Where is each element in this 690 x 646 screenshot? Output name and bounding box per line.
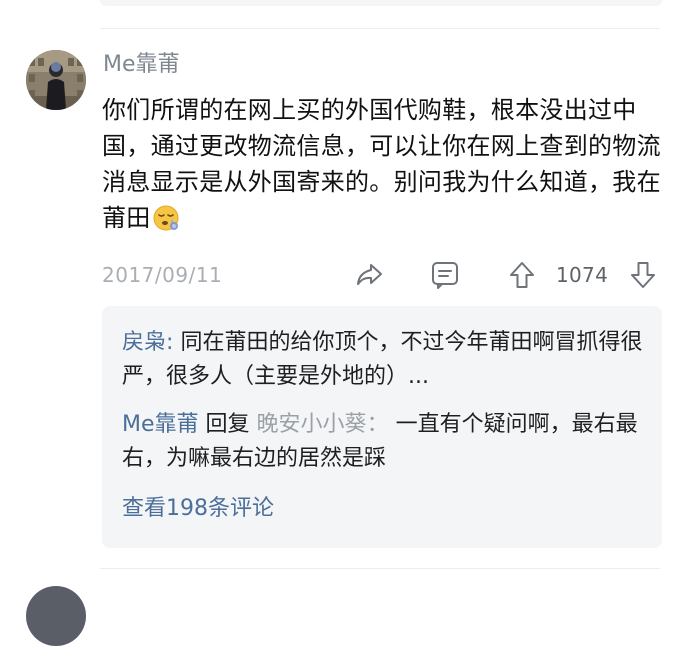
share-icon bbox=[357, 264, 382, 285]
reply-button[interactable] bbox=[428, 258, 462, 292]
reply-author[interactable]: 戻枭 bbox=[122, 330, 166, 355]
reply-item[interactable]: Me靠莆 回复 晚安小小葵： 一直有个疑问啊，最右最右，为嘛最右边的居然是踩 bbox=[122, 408, 650, 476]
upvote-arrow-icon bbox=[510, 262, 534, 288]
upvote-button[interactable] bbox=[505, 258, 539, 292]
downvote-arrow-icon bbox=[631, 262, 655, 288]
comment-body: 你们所谓的在网上买的外国代购鞋，根本没出过中国，通过更改物流信息，可以让你在网上… bbox=[102, 92, 662, 236]
sleepy-face-icon bbox=[153, 205, 179, 231]
reply-text: 同在莆田的给你顶个，不过今年莆田啊冒抓得很严，很多人（主要是外地的）... bbox=[122, 330, 643, 389]
avatar-photo bbox=[26, 50, 86, 110]
comment-date: 2017/09/11 bbox=[102, 263, 223, 287]
view-all-comments-link[interactable]: 查看198条评论 bbox=[122, 492, 274, 526]
reply-author[interactable]: Me靠莆 bbox=[122, 412, 199, 437]
replies-panel: 戻枭: 同在莆田的给你顶个，不过今年莆田啊冒抓得很严，很多人（主要是外地的）..… bbox=[102, 306, 662, 548]
comment-username[interactable]: Me靠莆 bbox=[103, 50, 180, 80]
divider bbox=[100, 568, 660, 569]
comment-text: 你们所谓的在网上买的外国代购鞋，根本没出过中国，通过更改物流信息，可以让你在网上… bbox=[102, 96, 661, 232]
avatar[interactable] bbox=[26, 50, 86, 110]
reply-item[interactable]: 戻枭: 同在莆田的给你顶个，不过今年莆田啊冒抓得很严，很多人（主要是外地的）..… bbox=[122, 326, 650, 394]
reply-separator: ： bbox=[366, 412, 389, 437]
reply-word: 回复 bbox=[205, 412, 250, 437]
next-comment-avatar[interactable] bbox=[26, 586, 86, 646]
previous-card-bottom bbox=[100, 0, 662, 6]
reply-target-user[interactable]: 晚安小小葵 bbox=[257, 412, 367, 437]
vote-count: 1074 bbox=[556, 263, 609, 287]
comment-meta: 2017/09/11 1074 bbox=[102, 258, 662, 294]
divider bbox=[100, 28, 660, 29]
share-button[interactable] bbox=[352, 258, 386, 292]
reply-separator: : bbox=[166, 330, 174, 355]
downvote-button[interactable] bbox=[626, 258, 660, 292]
comment-icon bbox=[432, 262, 458, 289]
